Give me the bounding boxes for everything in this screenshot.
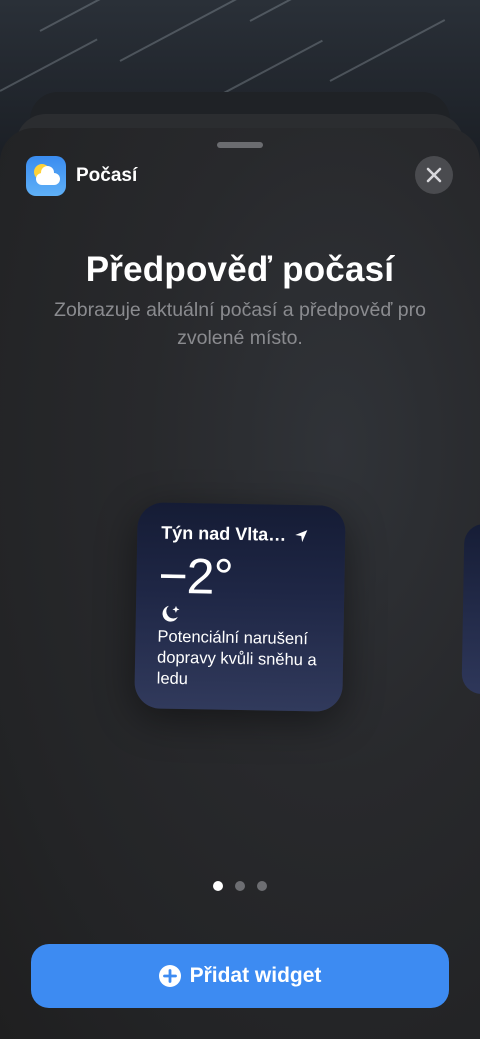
page-dot-2[interactable] xyxy=(235,881,245,891)
sheet-grabber[interactable] xyxy=(217,142,263,148)
widget-gallery-sheet: Počasí Předpověď počasí Zobrazuje aktuál… xyxy=(0,128,480,1039)
moon-stars-icon xyxy=(162,605,180,622)
close-button[interactable] xyxy=(415,156,453,194)
next-widget-preview[interactable] xyxy=(461,523,480,695)
widget-description: Zobrazuje aktuální počasí a předpověď pr… xyxy=(54,299,426,349)
location-name: Týn nad Vlta… xyxy=(161,522,287,545)
page-dot-1[interactable] xyxy=(213,881,223,891)
weather-widget-preview[interactable]: Týn nad Vlta… −2° Potenciální narušení d… xyxy=(134,502,346,712)
add-widget-label: Přidat widget xyxy=(189,964,322,987)
weather-condition: Potenciální narušení dopravy kvůli sněhu… xyxy=(156,627,317,689)
location-arrow-icon xyxy=(295,529,308,542)
widget-title: Předpověď počasí xyxy=(85,250,395,289)
screen: Počasí Předpověď počasí Zobrazuje aktuál… xyxy=(0,0,480,1039)
page-dot-3[interactable] xyxy=(257,881,267,891)
weather-app-icon xyxy=(26,156,66,196)
location-row: Týn nad Vlta… xyxy=(161,523,308,547)
app-name: Počasí xyxy=(76,165,138,186)
plus-circle-icon xyxy=(158,965,181,987)
add-widget-button[interactable]: Přidat widget xyxy=(31,944,449,1008)
close-icon xyxy=(426,167,442,183)
app-header: Počasí xyxy=(26,156,137,196)
temperature: −2° xyxy=(158,547,234,605)
page-indicator xyxy=(0,881,480,891)
